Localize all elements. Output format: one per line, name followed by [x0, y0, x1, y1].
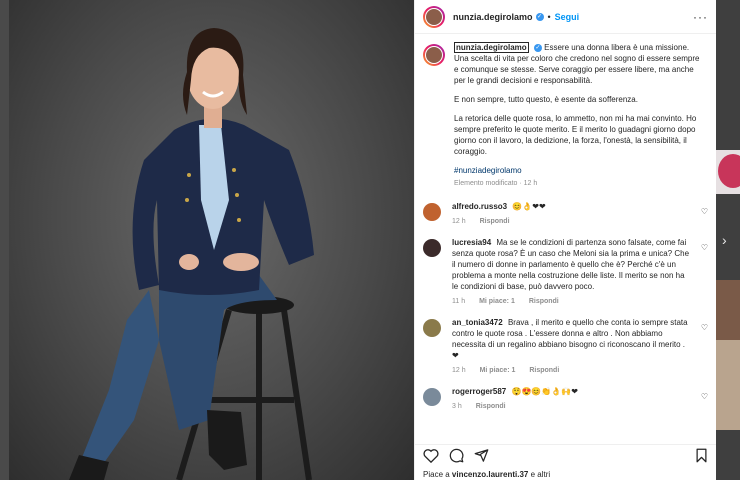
likes-summary: Piace a vincenzo.laurenti.37 e altri: [423, 470, 550, 479]
post-modal: nunzia.degirolamo ✓ • Segui ··· nunzia.d…: [9, 0, 716, 480]
backdrop-feed-tile: [716, 340, 740, 430]
post-actions: [415, 444, 716, 466]
comment-likes[interactable]: Mi piace: 1: [479, 298, 515, 305]
comment-text: 😊👌❤❤: [512, 202, 546, 211]
comment-username[interactable]: alfredo.russo3: [452, 202, 507, 211]
share-icon[interactable]: [474, 448, 489, 463]
comment-icon[interactable]: [449, 448, 464, 463]
backdrop-feed-tile: [716, 150, 740, 194]
heart-icon[interactable]: [423, 448, 439, 463]
comment-time: 12 h: [452, 367, 466, 374]
hashtag-link[interactable]: #nunziadegirolamo: [454, 165, 704, 176]
comment-time: 12 h: [452, 218, 466, 225]
likes-suffix[interactable]: e altri: [528, 470, 551, 479]
avatar[interactable]: [423, 44, 445, 66]
comment-like-icon[interactable]: ♡: [701, 207, 708, 216]
comment-username[interactable]: lucresia94: [452, 238, 491, 247]
post-image[interactable]: [9, 0, 414, 480]
comment-item: rogerroger587 😲😍😊👏👌🙌❤ 3 h Rispondi ♡: [415, 386, 716, 412]
caption-paragraph: La retorica delle quote rosa, lo ammetto…: [454, 114, 697, 156]
caption-paragraph: E non sempre, tutto questo, è esente da …: [454, 95, 638, 104]
reply-button[interactable]: Rispondi: [529, 298, 559, 305]
separator-dot: •: [547, 11, 551, 22]
avatar[interactable]: [423, 239, 441, 257]
caption-username[interactable]: nunzia.degirolamo: [454, 42, 529, 53]
follow-button[interactable]: Segui: [555, 12, 580, 22]
comment-like-icon[interactable]: ♡: [701, 243, 708, 252]
comment-item: alfredo.russo3 😊👌❤❤ 12 h Rispondi ♡: [415, 201, 716, 227]
author-username[interactable]: nunzia.degirolamo: [453, 12, 533, 22]
comment-item: an_tonia3472 Brava , il merito e quello …: [415, 317, 716, 376]
avatar[interactable]: [423, 388, 441, 406]
comment-item: lucresia94 Ma se le condizioni di parten…: [415, 237, 716, 307]
comment-username[interactable]: rogerroger587: [452, 387, 506, 396]
post-side-panel: nunzia.degirolamo ✓ • Segui ··· nunzia.d…: [414, 0, 716, 480]
comment-username[interactable]: an_tonia3472: [452, 318, 503, 327]
verified-badge-icon: ✓: [535, 12, 544, 21]
liker-username[interactable]: vincenzo.laurenti.37: [452, 470, 528, 479]
comment-text: 😲😍😊👏👌🙌❤: [511, 387, 578, 396]
more-options-icon[interactable]: ···: [693, 10, 708, 24]
bookmark-icon[interactable]: [695, 448, 708, 463]
comment-like-icon[interactable]: ♡: [701, 323, 708, 332]
avatar[interactable]: [423, 319, 441, 337]
likes-prefix: Piace a: [423, 470, 452, 479]
caption-meta: Elemento modificato · 12 h: [454, 180, 538, 187]
post-header: nunzia.degirolamo ✓ • Segui ···: [415, 0, 716, 34]
comment-time: 3 h: [452, 403, 462, 410]
chevron-right-icon[interactable]: ›: [722, 232, 727, 248]
avatar[interactable]: [423, 5, 445, 28]
comment-likes[interactable]: Mi piace: 1: [480, 367, 516, 374]
portrait-illustration: [69, 28, 314, 480]
comment-like-icon[interactable]: ♡: [701, 392, 708, 401]
avatar[interactable]: [423, 203, 441, 221]
comment-time: 11 h: [452, 298, 466, 305]
reply-button[interactable]: Rispondi: [480, 218, 510, 225]
verified-badge-icon: ✓: [533, 43, 542, 52]
reply-button[interactable]: Rispondi: [476, 403, 506, 410]
backdrop-feed-tile: [716, 280, 740, 340]
post-caption: nunzia.degirolamo ✓ Essere una donna lib…: [415, 34, 716, 189]
comments-scroll-area[interactable]: nunzia.degirolamo ✓ Essere una donna lib…: [415, 34, 716, 434]
reply-button[interactable]: Rispondi: [529, 367, 559, 374]
